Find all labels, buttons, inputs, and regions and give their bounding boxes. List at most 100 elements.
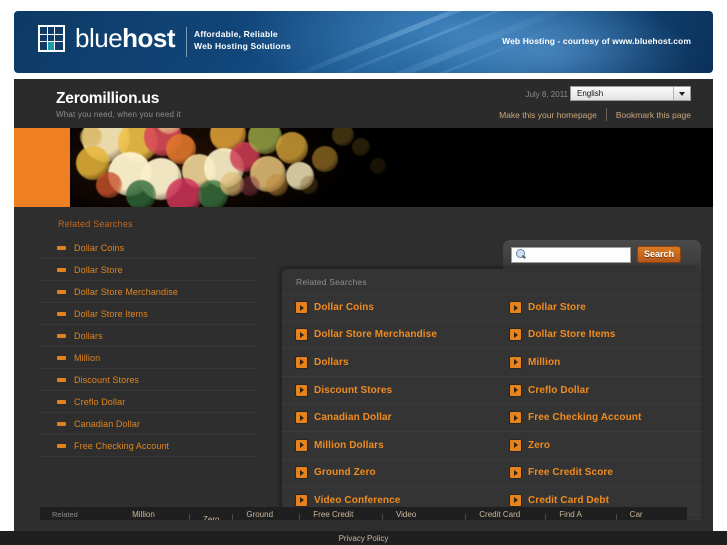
panel-link-right[interactable]: Free Checking Account (510, 412, 701, 424)
panel-heading: Related Searches (296, 277, 367, 287)
privacy-policy-link[interactable]: Privacy Policy (339, 534, 389, 543)
banner-divider (186, 27, 187, 57)
sidebar-item-0[interactable]: Dollar Coins (40, 237, 255, 259)
sidebar-heading: Related Searches (58, 219, 133, 229)
sidebar-item-label: Discount Stores (74, 374, 140, 385)
bokeh-circle (240, 176, 260, 196)
related-searches-panel: Related Searches Dollar Coins Dollar Stor… (282, 269, 701, 531)
header-links: Make this your homepage Bookmark this pa… (499, 108, 691, 121)
sidebar-item-4[interactable]: Dollars (40, 325, 255, 347)
panel-link-left[interactable]: Million Dollars (282, 439, 510, 451)
panel-link-label: Dollar Store (528, 302, 586, 314)
arrow-right-icon (510, 302, 521, 314)
banner-tagline-line2: Web Hosting Solutions (194, 41, 292, 51)
bokeh-circle (352, 138, 370, 156)
panel-row: Canadian Dollar Free Checking Account (282, 404, 701, 432)
bookmark-page-link[interactable]: Bookmark this page (616, 110, 691, 120)
sidebar-item-7[interactable]: Creflo Dollar (40, 391, 255, 413)
panel-link-left[interactable]: Dollar Coins (282, 302, 510, 314)
panel-link-label: Million (528, 356, 561, 368)
panel-link-label: Canadian Dollar (314, 412, 392, 424)
sidebar-item-9[interactable]: Free Checking Account (40, 435, 255, 457)
sidebar-item-label: Dollar Store (74, 264, 123, 275)
arrow-right-icon (510, 439, 521, 451)
search-box[interactable]: Search (503, 240, 701, 269)
bokeh-circle (166, 178, 202, 207)
panel-link-label: Zero (528, 439, 551, 451)
logo-text-bold: host (122, 23, 176, 53)
dash-bullet-icon (57, 311, 66, 316)
sidebar-item-label: Dollar Store Items (74, 308, 148, 319)
panel-link-right[interactable]: Zero (510, 439, 701, 451)
grid-icon (38, 25, 65, 52)
panel-link-left[interactable]: Discount Stores (282, 384, 510, 396)
panel-link-left[interactable]: Dollar Store Merchandise (282, 329, 510, 341)
sidebar-related-searches: Related Searches Dollar Coins Dollar Stor… (40, 207, 255, 457)
bokeh-circle (370, 158, 386, 174)
sidebar-item-8[interactable]: Canadian Dollar (40, 413, 255, 435)
panel-link-label: Ground Zero (314, 467, 376, 479)
panel-link-right[interactable]: Dollar Store (510, 302, 701, 314)
bluehost-logo[interactable]: bluehost (38, 23, 176, 53)
panel-link-right[interactable]: Free Credit Score (510, 467, 701, 479)
panel-link-label: Dollar Coins (314, 302, 375, 314)
panel-row: Dollar Store Merchandise Dollar Store Ite… (282, 322, 701, 350)
panel-link-label: Free Credit Score (528, 467, 614, 479)
sidebar-item-label: Dollars (74, 330, 103, 341)
logo-text-light: blue (75, 23, 123, 53)
panel-link-right[interactable]: Dollar Store Items (510, 329, 701, 341)
panel-link-label: Creflo Dollar (528, 384, 590, 396)
panel-row: Dollars Million (282, 349, 701, 377)
bokeh-circle (276, 132, 308, 164)
panel-link-left[interactable]: Video Conference (282, 494, 510, 506)
page-root: bluehost Affordable, Reliable Web Hostin… (0, 0, 727, 545)
search-input[interactable] (511, 246, 631, 263)
language-select[interactable]: English (570, 86, 691, 101)
make-homepage-link[interactable]: Make this your homepage (499, 110, 597, 120)
bluehost-ad-banner[interactable]: bluehost Affordable, Reliable Web Hostin… (14, 11, 713, 73)
arrow-right-icon (296, 302, 307, 314)
dash-bullet-icon (57, 399, 66, 404)
dash-bullet-icon (57, 443, 66, 448)
chevron-down-icon[interactable] (673, 87, 689, 100)
sidebar-item-5[interactable]: Million (40, 347, 255, 369)
search-button[interactable]: Search (637, 246, 682, 263)
hero-bokeh-photo (70, 128, 713, 207)
dash-bullet-icon (57, 289, 66, 294)
banner-courtesy-text: Web Hosting - courtesy of www.bluehost.c… (502, 36, 691, 46)
panel-row: Dollar Coins Dollar Store (282, 294, 701, 322)
panel-row: Discount Stores Creflo Dollar (282, 377, 701, 405)
arrow-right-icon (296, 439, 307, 451)
bluehost-wordmark: bluehost (75, 23, 176, 53)
banner-tagline: Affordable, Reliable Web Hosting Solutio… (194, 28, 291, 52)
sidebar-item-6[interactable]: Discount Stores (40, 369, 255, 391)
sidebar-item-3[interactable]: Dollar Store Items (40, 303, 255, 325)
dash-bullet-icon (57, 355, 66, 360)
panel-row-list: Dollar Coins Dollar Store Dollar Store Mer… (282, 294, 701, 531)
site-header: Zeromillion.us What you need, when you n… (14, 79, 713, 128)
sidebar-item-1[interactable]: Dollar Store (40, 259, 255, 281)
panel-link-right[interactable]: Credit Card Debt (510, 494, 701, 506)
sidebar-item-label: Dollar Coins (74, 242, 125, 253)
bokeh-circle (126, 180, 156, 207)
arrow-right-icon (296, 467, 307, 479)
panel-link-left[interactable]: Canadian Dollar (282, 412, 510, 424)
arrow-right-icon (510, 384, 521, 396)
arrow-right-icon (510, 467, 521, 479)
content-area: Related Searches Dollar Coins Dollar Stor… (14, 207, 713, 531)
site-container: Zeromillion.us What you need, when you n… (14, 79, 713, 531)
search-icon (514, 248, 527, 261)
dash-bullet-icon (57, 421, 66, 426)
panel-link-label: Dollar Store Items (528, 329, 616, 341)
sidebar-item-label: Million (74, 352, 101, 363)
panel-link-right[interactable]: Creflo Dollar (510, 384, 701, 396)
dash-bullet-icon (57, 333, 66, 338)
arrow-right-icon (510, 494, 521, 506)
panel-link-right[interactable]: Million (510, 356, 701, 368)
panel-link-left[interactable]: Ground Zero (282, 467, 510, 479)
panel-link-label: Video Conference (314, 494, 401, 506)
privacy-bar: Privacy Policy (0, 531, 727, 545)
panel-link-left[interactable]: Dollars (282, 356, 510, 368)
bokeh-circle (312, 146, 338, 172)
sidebar-item-2[interactable]: Dollar Store Merchandise (40, 281, 255, 303)
